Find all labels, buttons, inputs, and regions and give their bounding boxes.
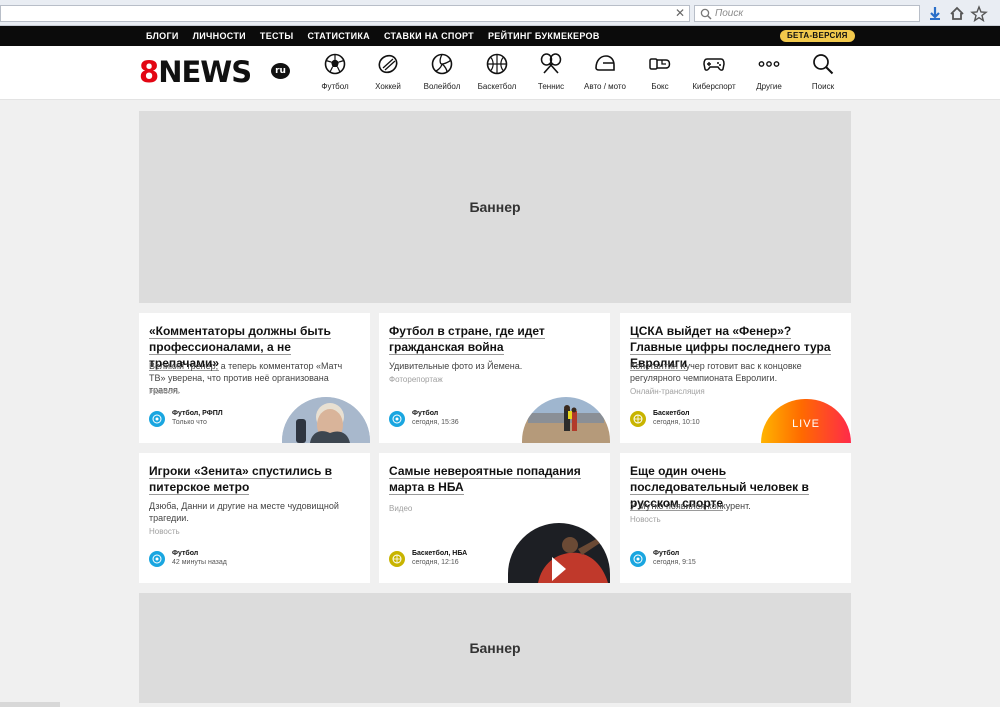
sport-tennis[interactable]: Теннис (521, 52, 581, 91)
top-nav: БЛОГИ ЛИЧНОСТИ ТЕСТЫ СТАТИСТИКА СТАВКИ Н… (146, 26, 614, 46)
card-description: У Мутко появился конкурент. (630, 501, 751, 511)
card-category[interactable]: Футбол, РФПЛ (172, 410, 223, 417)
football-icon (149, 411, 165, 427)
topnav-stats[interactable]: СТАТИСТИКА (307, 26, 369, 46)
card-time: Только что (172, 419, 207, 426)
card-kind: Фоторепортаж (389, 375, 443, 384)
sport-volleyball[interactable]: Волейбол (412, 52, 472, 91)
sport-boxing[interactable]: Бокс (630, 52, 690, 91)
sport-auto-moto[interactable]: Авто / мото (575, 52, 635, 91)
sport-label: Хоккей (375, 82, 401, 91)
topnav-bets[interactable]: СТАВКИ НА СПОРТ (384, 26, 474, 46)
card-thumbnail[interactable] (522, 397, 610, 443)
status-bar (0, 702, 60, 707)
top-banner[interactable]: Баннер (139, 111, 851, 303)
logo-news: NEWS (158, 55, 252, 89)
site-header: 8NEWS ru Футбол Хоккей Волейбол Баскетбо… (0, 46, 1000, 100)
bookmark-star-icon[interactable] (970, 5, 988, 23)
card-title[interactable]: Игроки «Зенита» спустились в питерское м… (149, 463, 357, 495)
card-category[interactable]: Футбол (412, 410, 438, 417)
sport-hockey[interactable]: Хоккей (358, 52, 418, 91)
sport-search[interactable]: Поиск (793, 52, 853, 91)
bottom-banner[interactable]: Баннер (139, 593, 851, 703)
video-thumbnail[interactable] (508, 523, 610, 583)
card-category[interactable]: Баскетбол (653, 410, 689, 417)
clear-icon[interactable]: ✕ (675, 6, 685, 21)
basketball-icon (389, 551, 405, 567)
card-kind: Новость (149, 527, 180, 536)
card-kind: Новость (630, 515, 661, 524)
sport-other[interactable]: Другие (739, 52, 799, 91)
card-thumbnail[interactable] (282, 397, 370, 443)
volleyball-icon (431, 53, 453, 75)
more-icon (758, 61, 780, 67)
card-description: Удивительные фото из Йемена. (389, 361, 523, 371)
gamepad-icon (703, 58, 725, 71)
home-icon[interactable] (948, 5, 966, 22)
site-logo[interactable]: 8NEWS ru (139, 55, 290, 89)
news-card[interactable]: ЦСКА выйдет на «Фенер»? Главные цифры по… (620, 313, 851, 443)
sport-label: Теннис (537, 82, 565, 91)
sport-label: Поиск (811, 82, 835, 91)
football-icon (324, 53, 346, 75)
news-card[interactable]: Еще один очень последовательный человек … (620, 453, 851, 583)
card-time: сегодня, 15:36 (412, 419, 459, 426)
card-time: сегодня, 9:15 (653, 559, 696, 566)
topnav-blogs[interactable]: БЛОГИ (146, 26, 179, 46)
beta-badge[interactable]: БЕТА-ВЕРСИЯ (780, 30, 855, 42)
sport-basketball[interactable]: Баскетбол (467, 52, 527, 91)
card-description: Константин Кучер готовит вас к концовке … (630, 361, 802, 383)
news-card[interactable]: «Комментаторы должны быть профессионалам… (139, 313, 370, 443)
search-icon (813, 54, 834, 75)
card-time: сегодня, 12:16 (412, 559, 459, 566)
sport-label: Футбол (321, 82, 349, 91)
live-badge[interactable]: LIVE (761, 399, 851, 443)
football-icon (149, 551, 165, 567)
magnifier-icon (700, 8, 712, 20)
card-category[interactable]: Баскетбол, НБА (412, 550, 467, 557)
logo-ru: ru (271, 63, 290, 79)
topnav-persons[interactable]: ЛИЧНОСТИ (193, 26, 246, 46)
download-icon[interactable] (926, 5, 944, 22)
address-bar[interactable]: ✕ (0, 5, 690, 22)
tennis-icon (540, 53, 562, 74)
browser-search-input[interactable]: Поиск (694, 5, 920, 22)
basketball-icon (486, 53, 508, 75)
card-time: 42 минуты назад (172, 559, 227, 566)
logo-eight: 8 (139, 55, 159, 89)
sport-label: Киберспорт (692, 82, 736, 91)
card-time: сегодня, 10:10 (653, 419, 700, 426)
card-category[interactable]: Футбол (172, 550, 198, 557)
card-title[interactable]: Футбол в стране, где идет гражданская во… (389, 323, 597, 355)
card-category[interactable]: Футбол (653, 550, 679, 557)
sport-label: Волейбол (423, 82, 461, 91)
hockey-icon (378, 54, 398, 74)
topnav-tests[interactable]: ТЕСТЫ (260, 26, 294, 46)
sport-football[interactable]: Футбол (305, 52, 365, 91)
football-icon (389, 411, 405, 427)
sport-label: Бокс (651, 82, 669, 91)
card-title[interactable]: Самые невероятные попадания марта в НБА (389, 463, 597, 495)
sport-esports[interactable]: Киберспорт (684, 52, 744, 91)
live-label: LIVE (792, 418, 820, 430)
sport-label: Авто / мото (584, 82, 626, 91)
card-description: Великий тренер, а теперь комментатор «Ма… (149, 361, 343, 395)
card-kind: Видео (389, 504, 413, 513)
helmet-icon (595, 55, 615, 71)
search-placeholder: Поиск (715, 8, 744, 19)
browser-toolbar: ✕ Поиск (0, 0, 1000, 26)
football-icon (630, 551, 646, 567)
boxing-icon (649, 58, 671, 70)
card-kind: Онлайн-трансляция (630, 387, 705, 396)
news-card[interactable]: Футбол в стране, где идет гражданская во… (379, 313, 610, 443)
news-card[interactable]: Самые невероятные попадания марта в НБА … (379, 453, 610, 583)
basketball-icon (630, 411, 646, 427)
news-card[interactable]: Игроки «Зенита» спустились в питерское м… (139, 453, 370, 583)
card-kind: Новость (149, 387, 180, 396)
topnav-bookmakers[interactable]: РЕЙТИНГ БУКМЕКЕРОВ (488, 26, 600, 46)
sport-label: Другие (756, 82, 782, 91)
top-nav-bar: БЛОГИ ЛИЧНОСТИ ТЕСТЫ СТАТИСТИКА СТАВКИ Н… (0, 26, 1000, 46)
card-description: Дзюба, Данни и другие на месте чудовищно… (149, 501, 339, 523)
sport-label: Баскетбол (477, 82, 517, 91)
